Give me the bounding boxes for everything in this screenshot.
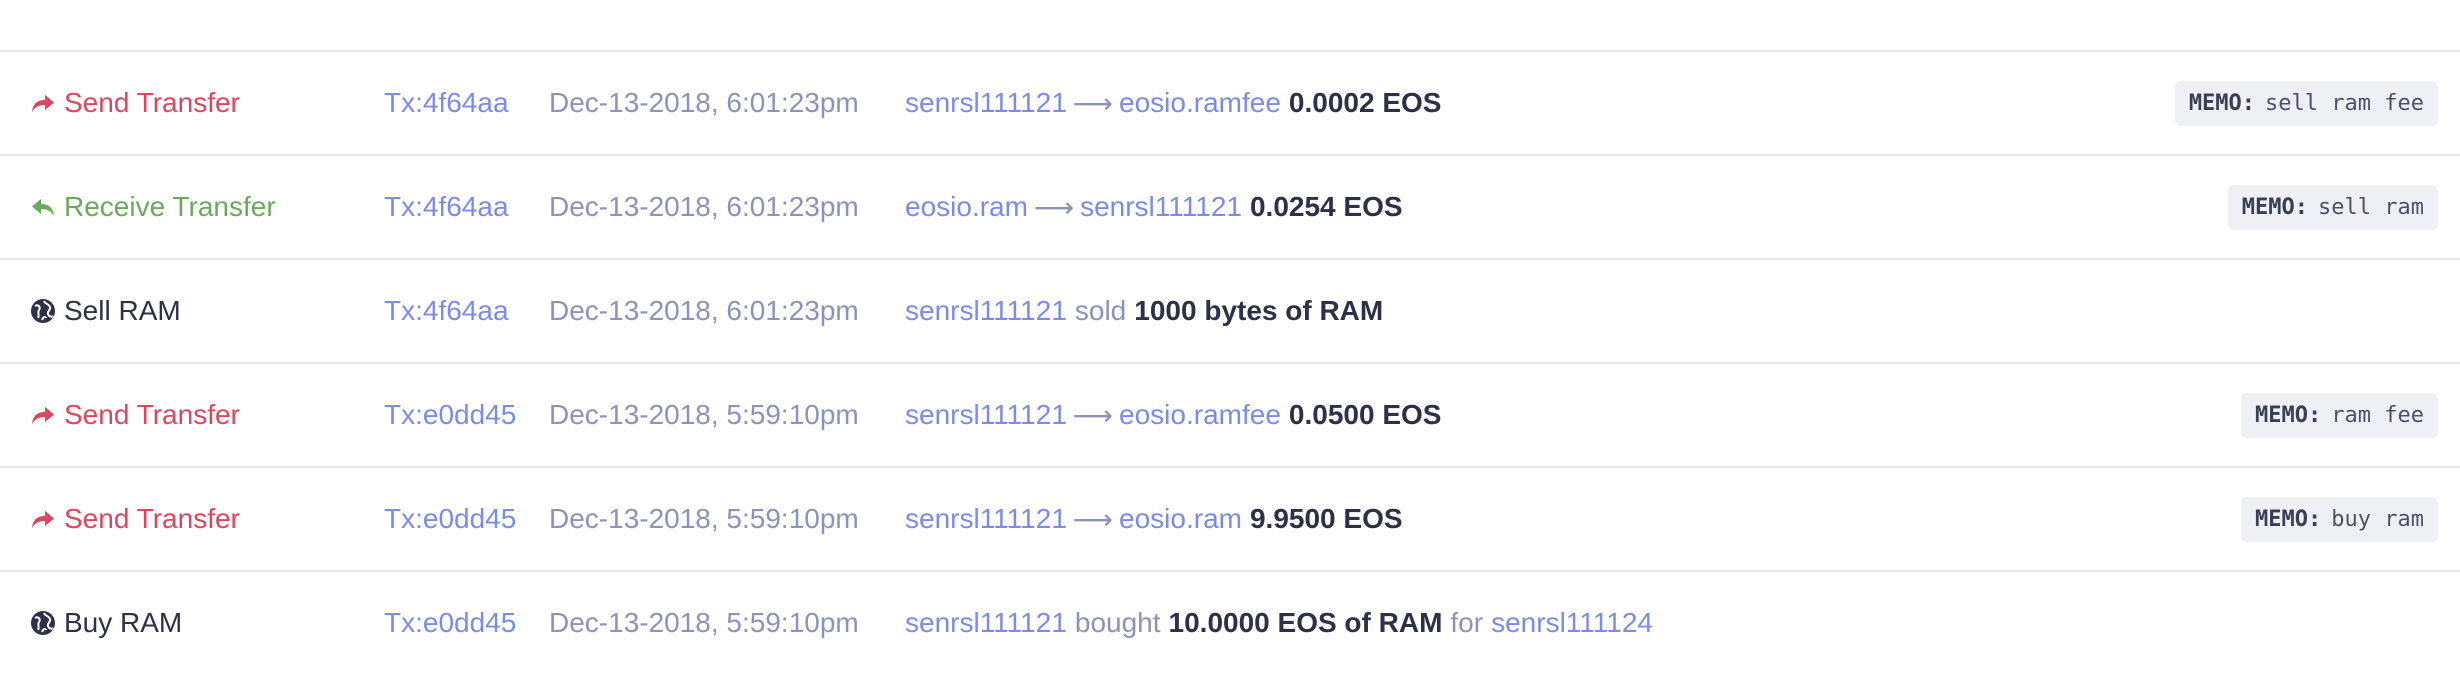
tx-id[interactable]: Tx:4f64aa xyxy=(384,191,509,223)
verb-text: sold xyxy=(1074,295,1127,326)
action-cell: Receive Transfer xyxy=(28,156,276,258)
from-account-link[interactable]: senrsl111121 xyxy=(905,399,1067,431)
timestamp-text: Dec-13-2018, 5:59:10pm xyxy=(549,399,859,430)
tx-link[interactable]: Tx:4f64aa xyxy=(384,156,509,258)
timestamp-text: Dec-13-2018, 5:59:10pm xyxy=(549,503,859,534)
transfer-amount: 0.0500 EOS xyxy=(1288,399,1442,430)
ram-quantity: 1000 bytes of RAM xyxy=(1134,295,1384,326)
memo-cell: MEMO: ram fee xyxy=(2241,364,2438,466)
memo-cell: MEMO: sell ram fee xyxy=(2174,52,2438,154)
timestamp: Dec-13-2018, 6:01:23pm xyxy=(549,52,859,154)
transfer-description: eosio.ram ⟶ senrsl111121 0.0254 EOS xyxy=(905,156,1403,258)
action-label: Send Transfer xyxy=(64,399,240,430)
arrow-icon: ⟶ xyxy=(1072,87,1114,119)
timestamp: Dec-13-2018, 6:01:23pm xyxy=(549,156,859,258)
memo-cell: MEMO: sell ram xyxy=(2227,156,2438,258)
memo-text: buy ram xyxy=(2331,506,2424,532)
memo-badge: MEMO: buy ram xyxy=(2241,496,2438,542)
memo-text: ram fee xyxy=(2331,402,2424,428)
action-cell: Send Transfer xyxy=(28,52,240,154)
memo-badge: MEMO: sell ram fee xyxy=(2174,80,2438,126)
timestamp-text: Dec-13-2018, 6:01:23pm xyxy=(549,191,859,222)
table-row: Receive Transfer Tx:4f64aa Dec-13-2018, … xyxy=(0,154,2460,258)
tx-link[interactable]: Tx:e0dd45 xyxy=(384,468,516,570)
tx-id[interactable]: Tx:e0dd45 xyxy=(384,503,516,535)
tx-id[interactable]: Tx:e0dd45 xyxy=(384,399,516,431)
transfer-description: senrsl111121 ⟶ eosio.ramfee 0.0002 EOS xyxy=(905,52,1441,154)
globe-icon xyxy=(28,296,58,326)
memo-text: sell ram fee xyxy=(2265,90,2424,116)
to-account-link[interactable]: eosio.ramfee xyxy=(1119,87,1281,119)
table-row: Send Transfer Tx:e0dd45 Dec-13-2018, 5:5… xyxy=(0,362,2460,466)
memo-badge: MEMO: ram fee xyxy=(2241,392,2438,438)
to-account-link[interactable]: eosio.ram xyxy=(1119,503,1242,535)
action-cell: Sell RAM xyxy=(28,260,181,362)
to-account-link[interactable]: senrsl111121 xyxy=(1080,191,1242,223)
timestamp: Dec-13-2018, 6:01:23pm xyxy=(549,260,859,362)
timestamp: Dec-13-2018, 5:59:10pm xyxy=(549,572,859,674)
action-label: Sell RAM xyxy=(64,295,181,326)
arrow-icon: ⟶ xyxy=(1072,399,1114,431)
timestamp: Dec-13-2018, 5:59:10pm xyxy=(549,468,859,570)
memo-text: sell ram xyxy=(2318,194,2424,220)
reply-arrow-icon xyxy=(28,192,58,222)
tx-id[interactable]: Tx:4f64aa xyxy=(384,87,509,119)
from-account-link[interactable]: senrsl111121 xyxy=(905,503,1067,535)
tx-id[interactable]: Tx:4f64aa xyxy=(384,295,509,327)
tx-link[interactable]: Tx:e0dd45 xyxy=(384,572,516,674)
table-row: Send Transfer Tx:4f64aa Dec-13-2018, 6:0… xyxy=(0,50,2460,154)
transfer-amount: 9.9500 EOS xyxy=(1249,503,1403,534)
timestamp-text: Dec-13-2018, 6:01:23pm xyxy=(549,87,859,118)
memo-cell: MEMO: buy ram xyxy=(2241,468,2438,570)
timestamp-text: Dec-13-2018, 6:01:23pm xyxy=(549,295,859,326)
action-label: Send Transfer xyxy=(64,503,240,534)
from-account-link[interactable]: eosio.ram xyxy=(905,191,1028,223)
memo-badge: MEMO: sell ram xyxy=(2227,184,2438,230)
share-arrow-icon xyxy=(28,88,58,118)
account-link[interactable]: senrsl111121 xyxy=(905,295,1067,327)
memo-label: MEMO: xyxy=(2188,90,2256,116)
transfer-amount: 0.0254 EOS xyxy=(1249,191,1403,222)
globe-icon xyxy=(28,608,58,638)
transfer-description: senrsl111121 ⟶ eosio.ram 9.9500 EOS xyxy=(905,468,1403,570)
tx-link[interactable]: Tx:e0dd45 xyxy=(384,364,516,466)
action-label: Receive Transfer xyxy=(64,191,276,222)
memo-label: MEMO: xyxy=(2255,506,2322,532)
table-row: Buy RAM Tx:e0dd45 Dec-13-2018, 5:59:10pm… xyxy=(0,570,2460,674)
transfer-description: senrsl111121 ⟶ eosio.ramfee 0.0500 EOS xyxy=(905,364,1441,466)
share-arrow-icon xyxy=(28,504,58,534)
memo-label: MEMO: xyxy=(2241,194,2309,220)
arrow-icon: ⟶ xyxy=(1072,503,1114,535)
arrow-icon: ⟶ xyxy=(1033,191,1075,223)
table-row xyxy=(0,0,2460,50)
from-account-link[interactable]: senrsl111121 xyxy=(905,87,1067,119)
table-row: Sell RAM Tx:4f64aa Dec-13-2018, 6:01:23p… xyxy=(0,258,2460,362)
share-arrow-icon xyxy=(28,400,58,430)
to-account-link[interactable]: eosio.ramfee xyxy=(1119,399,1281,431)
tx-link[interactable]: Tx:4f64aa xyxy=(384,52,509,154)
table-row: Send Transfer Tx:e0dd45 Dec-13-2018, 5:5… xyxy=(0,466,2460,570)
transaction-list: Send Transfer Tx:4f64aa Dec-13-2018, 6:0… xyxy=(0,0,2460,674)
transfer-amount: 0.0002 EOS xyxy=(1288,87,1442,118)
ram-description: senrsl111121 bought 10.0000 EOS of RAM f… xyxy=(905,572,1653,674)
tx-link[interactable]: Tx:4f64aa xyxy=(384,260,509,362)
memo-label: MEMO: xyxy=(2255,402,2322,428)
action-cell: Send Transfer xyxy=(28,364,240,466)
action-label: Send Transfer xyxy=(64,87,240,118)
action-cell: Buy RAM xyxy=(28,572,182,674)
timestamp: Dec-13-2018, 5:59:10pm xyxy=(549,364,859,466)
action-cell: Send Transfer xyxy=(28,468,240,570)
ram-description: senrsl111121 sold 1000 bytes of RAM xyxy=(905,260,1383,362)
